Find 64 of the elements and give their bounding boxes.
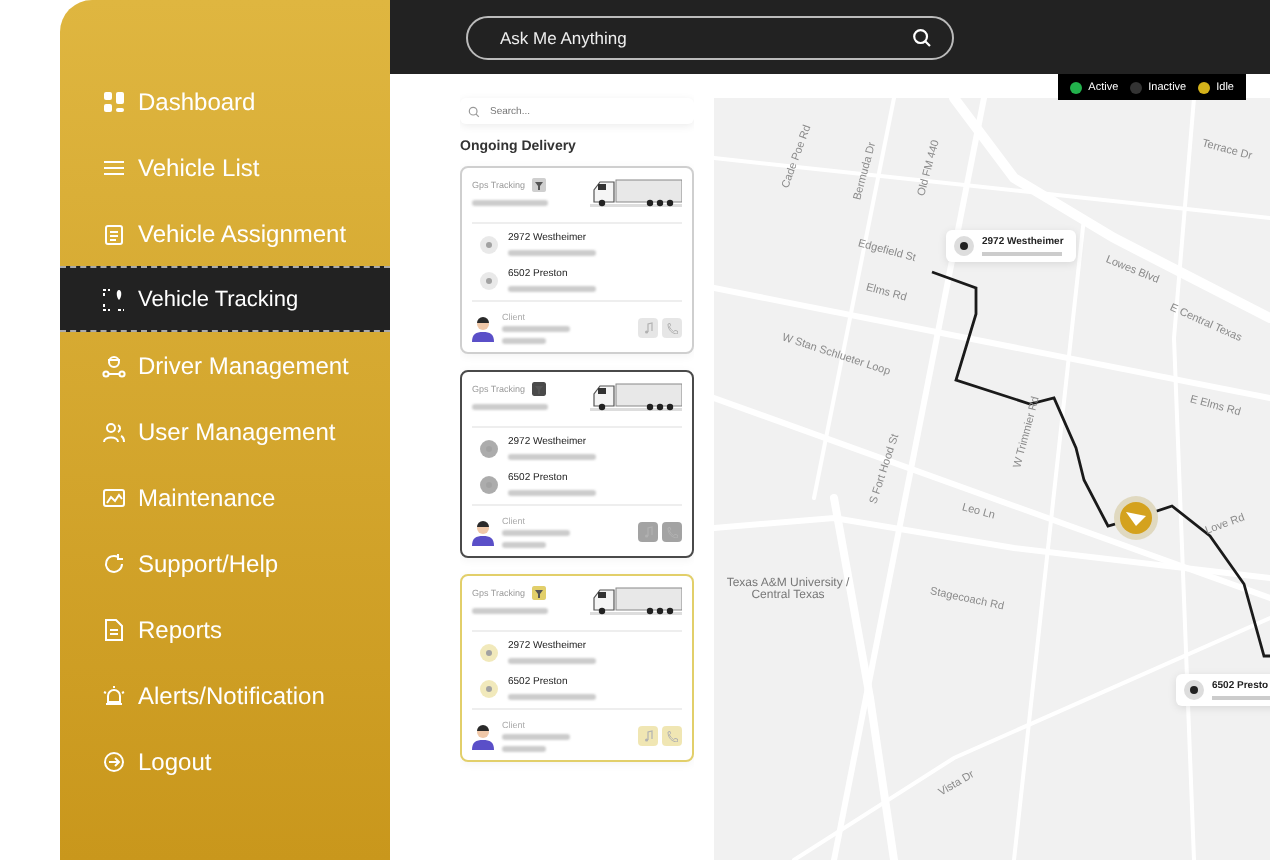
sidebar-item[interactable]: User Management [60, 398, 390, 464]
music-note-icon [642, 526, 654, 538]
sidebar-item[interactable]: Driver Management [60, 332, 390, 398]
vehicle-marker-icon [1114, 496, 1158, 540]
sidebar-item[interactable]: Reports [60, 596, 390, 662]
refresh-icon [102, 551, 126, 575]
sidebar-item[interactable]: Alerts/Notification [60, 662, 390, 728]
sidebar-item[interactable]: Dashboard [60, 68, 390, 134]
sidebar-item[interactable]: Support/Help [60, 530, 390, 596]
redacted-text [502, 326, 570, 332]
tracking-icon [102, 287, 126, 311]
redacted-text [472, 608, 548, 614]
bell-icon [102, 683, 126, 707]
redacted-text [508, 454, 596, 460]
call-button[interactable] [662, 726, 682, 746]
message-button[interactable] [638, 726, 658, 746]
sidebar-item[interactable]: Logout [60, 728, 390, 794]
truck-icon [590, 178, 682, 210]
list-icon [102, 155, 126, 179]
truck-icon [590, 382, 682, 414]
dashboard-icon [102, 89, 126, 113]
monitor-icon [102, 485, 126, 509]
message-button[interactable] [638, 318, 658, 338]
phone-icon [666, 322, 678, 334]
phone-icon [666, 730, 678, 742]
message-button[interactable] [638, 522, 658, 542]
redacted-text [502, 734, 570, 740]
driver-icon [102, 353, 126, 377]
avatar-icon [472, 519, 494, 545]
redacted-text [502, 530, 570, 536]
sidebar-item[interactable]: Vehicle Assignment [60, 200, 390, 266]
redacted-text [508, 286, 596, 292]
redacted-text [508, 490, 596, 496]
users-icon [102, 419, 126, 443]
avatar-icon [472, 723, 494, 749]
redacted-text [472, 404, 548, 410]
sidebar-item[interactable]: Vehicle List [60, 134, 390, 200]
document-icon [102, 617, 126, 641]
search-icon [912, 27, 932, 47]
call-button[interactable] [662, 318, 682, 338]
music-note-icon [642, 730, 654, 742]
call-button[interactable] [662, 522, 682, 542]
redacted-text [502, 746, 546, 752]
sidebar-item[interactable]: Vehicle Tracking [60, 266, 390, 332]
music-note-icon [642, 322, 654, 334]
truck-icon [590, 586, 682, 618]
redacted-text [508, 694, 596, 700]
redacted-text [508, 658, 596, 664]
sidebar-item[interactable]: Maintenance [60, 464, 390, 530]
search-field[interactable]: Ask Me Anything [496, 25, 900, 49]
redacted-text [508, 250, 596, 256]
redacted-text [472, 200, 548, 206]
map[interactable] [714, 98, 1270, 860]
redacted-text [502, 338, 546, 344]
filter-icon [531, 382, 546, 396]
search-bar[interactable]: Ask Me Anything [466, 15, 954, 59]
filter-icon [531, 586, 546, 600]
redacted-text [502, 542, 546, 548]
logout-icon [102, 749, 126, 773]
phone-icon [666, 526, 678, 538]
search-icon [468, 105, 480, 117]
filter-icon [531, 178, 546, 192]
avatar-icon [472, 315, 494, 341]
clipboard-icon [102, 221, 126, 245]
